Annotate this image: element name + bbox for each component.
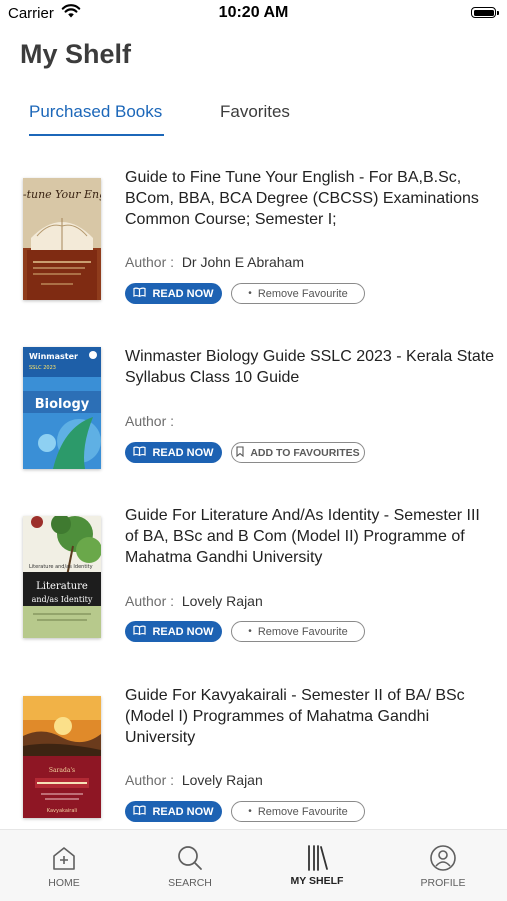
svg-text:Winmaster: Winmaster — [29, 352, 78, 361]
author-row: Author : Lovely Rajan — [125, 772, 263, 788]
nav-item-search[interactable]: SEARCH — [140, 830, 240, 901]
author-row: Author : Lovely Rajan — [125, 593, 263, 609]
svg-text:Literature: Literature — [36, 581, 88, 592]
book-open-icon — [133, 446, 147, 459]
bullet-icon: • — [248, 288, 252, 299]
bullet-icon: • — [248, 806, 252, 817]
remove-favourite-button[interactable]: • Remove Favourite — [231, 283, 365, 304]
read-now-label: READ NOW — [152, 287, 214, 300]
favourite-label: Remove Favourite — [257, 805, 348, 818]
book-cover[interactable]: Literature and/as Identity Literature an… — [23, 516, 101, 638]
favourite-label: Remove Favourite — [257, 625, 348, 638]
read-now-label: READ NOW — [152, 805, 214, 818]
list-item: Sarada's Kavyakairali Guide For Kavyakai… — [0, 0, 507, 822]
cover-title-text: Fine-tune Your English — [23, 188, 101, 201]
author-label: Author : — [125, 772, 175, 788]
remove-favourite-button[interactable]: • Remove Favourite — [231, 621, 365, 642]
cover-title-text: Literature and/as Identity — [29, 564, 93, 570]
read-now-label: READ NOW — [152, 446, 214, 459]
book-cover[interactable]: Fine-tune Your English — [23, 178, 101, 300]
author-label: Author : — [125, 254, 175, 270]
book-cover[interactable]: Winmaster SSLC 2023 Biology — [23, 347, 101, 469]
cover-title-text: Biology — [35, 397, 90, 412]
svg-text:Sarada's: Sarada's — [49, 767, 75, 774]
author-row: Author : Dr John E Abraham — [125, 254, 304, 270]
read-now-button[interactable]: READ NOW — [125, 442, 222, 463]
author-label: Author : — [125, 593, 175, 609]
read-now-button[interactable]: READ NOW — [125, 801, 222, 822]
author-name: Lovely Rajan — [181, 593, 263, 609]
book-open-icon — [133, 287, 147, 300]
nav-label: PROFILE — [420, 877, 466, 889]
book-cover[interactable]: Sarada's Kavyakairali — [23, 696, 101, 818]
nav-item-my-shelf[interactable]: MY SHELF — [267, 830, 367, 901]
author-name: Dr John E Abraham — [181, 254, 304, 270]
remove-favourite-button[interactable]: • Remove Favourite — [231, 801, 365, 822]
nav-label: MY SHELF — [290, 875, 344, 887]
book-title[interactable]: Guide to Fine Tune Your English - For BA… — [125, 167, 495, 230]
book-open-icon — [133, 805, 147, 818]
read-now-label: READ NOW — [152, 625, 214, 638]
search-icon — [140, 844, 240, 872]
shelf-icon — [267, 844, 367, 872]
bookmark-icon — [236, 445, 244, 460]
bullet-icon: • — [248, 626, 252, 637]
home-icon — [14, 844, 114, 872]
svg-text:SSLC 2023: SSLC 2023 — [29, 365, 56, 371]
book-title[interactable]: Guide For Kavyakairali - Semester II of … — [125, 685, 495, 748]
nav-item-profile[interactable]: PROFILE — [393, 830, 493, 901]
book-open-icon — [133, 625, 147, 638]
bottom-nav: HOME SEARCH MY SHELF PROFILE — [0, 829, 507, 901]
read-now-button[interactable]: READ NOW — [125, 621, 222, 642]
nav-label: HOME — [48, 877, 80, 889]
svg-text:and/as Identity: and/as Identity — [32, 595, 93, 604]
nav-item-home[interactable]: HOME — [14, 830, 114, 901]
nav-label: SEARCH — [168, 877, 212, 889]
author-name: Lovely Rajan — [181, 772, 263, 788]
add-to-favourites-button[interactable]: ADD TO FAVOURITES — [231, 442, 365, 463]
book-title[interactable]: Guide For Literature And/As Identity - S… — [125, 505, 495, 568]
cover-title-text: Kavyakairali — [47, 808, 77, 814]
profile-icon — [393, 844, 493, 872]
author-row: Author : — [125, 413, 178, 429]
read-now-button[interactable]: READ NOW — [125, 283, 222, 304]
book-title[interactable]: Winmaster Biology Guide SSLC 2023 - Kera… — [125, 346, 495, 388]
favourite-label: ADD TO FAVOURITES — [250, 446, 360, 459]
favourite-label: Remove Favourite — [257, 287, 348, 300]
author-label: Author : — [125, 413, 175, 429]
